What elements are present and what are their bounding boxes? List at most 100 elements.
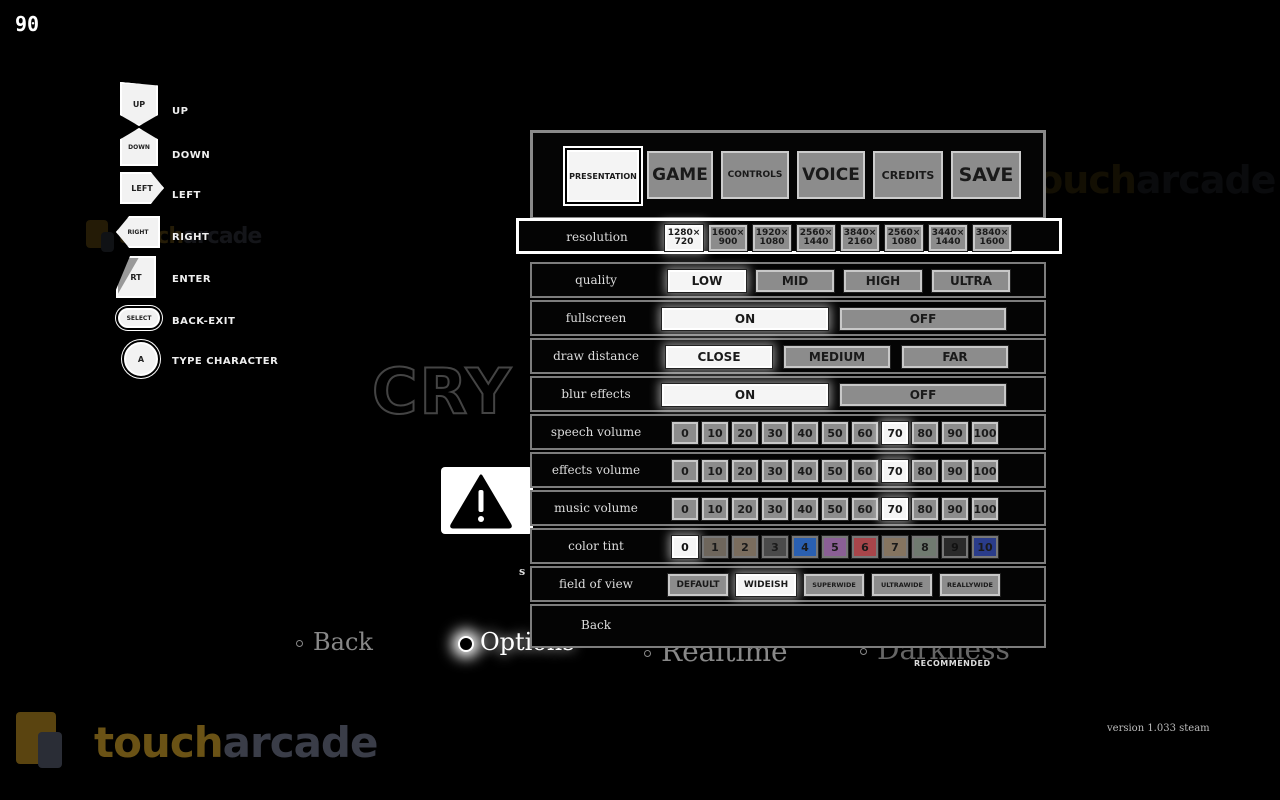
music-volume-option[interactable]: 100 — [971, 497, 999, 521]
watermark-text: arcade — [1135, 158, 1277, 202]
legend-item-left: LEFT LEFT — [110, 172, 310, 212]
speech-volume-option[interactable]: 40 — [791, 421, 819, 445]
tab-save[interactable]: SAVE — [951, 151, 1021, 199]
color-tint-option[interactable]: 8 — [911, 535, 939, 559]
speech-volume-option[interactable]: 10 — [701, 421, 729, 445]
color-tint-option[interactable]: 1 — [701, 535, 729, 559]
setting-row-field-of-view[interactable]: field of view DEFAULT WIDEISH SUPERWIDE ULT… — [530, 566, 1046, 602]
color-tint-option[interactable]: 10 — [971, 535, 999, 559]
speech-volume-option[interactable]: 100 — [971, 421, 999, 445]
setting-row-back[interactable]: Back — [530, 604, 1046, 648]
color-tint-option[interactable]: 6 — [851, 535, 879, 559]
resolution-option[interactable]: 1600× 900 — [708, 224, 748, 252]
field-of-view-option[interactable]: SUPERWIDE — [803, 573, 865, 597]
effects-volume-option[interactable]: 20 — [731, 459, 759, 483]
field-of-view-option[interactable]: REALLYWIDE — [939, 573, 1001, 597]
music-volume-option[interactable]: 10 — [701, 497, 729, 521]
music-volume-option[interactable]: 70 — [881, 497, 909, 521]
color-tint-option[interactable]: 3 — [761, 535, 789, 559]
quality-option[interactable]: ULTRA — [931, 269, 1011, 293]
color-tint-option[interactable]: 2 — [731, 535, 759, 559]
setting-row-speech-volume[interactable]: speech volume 0 10 20 30 40 50 60 70 80 90 100 — [530, 414, 1046, 450]
resolution-option[interactable]: 1280× 720 — [664, 224, 704, 252]
dpad-down-icon: DOWN — [120, 128, 158, 166]
setting-row-resolution[interactable]: resolution 1280× 720 1600× 900 1920× 1080 2560… — [516, 218, 1062, 254]
draw-distance-option[interactable]: CLOSE — [665, 345, 773, 369]
setting-label: blur effects — [561, 387, 631, 401]
music-volume-option[interactable]: 60 — [851, 497, 879, 521]
setting-row-color-tint[interactable]: color tint 0 1 2 3 4 5 6 7 8 9 10 — [530, 528, 1046, 564]
dpad-left-icon: LEFT — [120, 172, 164, 204]
blur-effects-option[interactable]: OFF — [839, 383, 1007, 407]
tab-voice[interactable]: VOICE — [797, 151, 865, 199]
field-of-view-option[interactable]: WIDEISH — [735, 573, 797, 597]
field-of-view-option[interactable]: ULTRAWIDE — [871, 573, 933, 597]
music-volume-option[interactable]: 90 — [941, 497, 969, 521]
quality-option[interactable]: HIGH — [843, 269, 923, 293]
effects-volume-option[interactable]: 10 — [701, 459, 729, 483]
music-volume-option[interactable]: 20 — [731, 497, 759, 521]
resolution-option[interactable]: 3840× 2160 — [840, 224, 880, 252]
resolution-option[interactable]: 1920× 1080 — [752, 224, 792, 252]
speech-volume-option[interactable]: 30 — [761, 421, 789, 445]
fullscreen-option[interactable]: ON — [661, 307, 829, 331]
effects-volume-option[interactable]: 50 — [821, 459, 849, 483]
speech-volume-option[interactable]: 70 — [881, 421, 909, 445]
speech-volume-option[interactable]: 20 — [731, 421, 759, 445]
field-of-view-option[interactable]: DEFAULT — [667, 573, 729, 597]
speech-volume-option[interactable]: 60 — [851, 421, 879, 445]
speech-volume-option[interactable]: 80 — [911, 421, 939, 445]
color-tint-option[interactable]: 9 — [941, 535, 969, 559]
speech-volume-option[interactable]: 0 — [671, 421, 699, 445]
effects-volume-option[interactable]: 90 — [941, 459, 969, 483]
color-tint-option[interactable]: 4 — [791, 535, 819, 559]
legend-item-type-character: A TYPE CHARACTER — [110, 340, 310, 382]
speech-volume-option[interactable]: 90 — [941, 421, 969, 445]
legend-label: TYPE CHARACTER — [172, 356, 279, 367]
setting-row-quality[interactable]: quality LOW MID HIGH ULTRA — [530, 262, 1046, 298]
music-volume-option[interactable]: 30 — [761, 497, 789, 521]
color-tint-option[interactable]: 7 — [881, 535, 909, 559]
setting-row-music-volume[interactable]: music volume 0 10 20 30 40 50 60 70 80 90 100 — [530, 490, 1046, 526]
draw-distance-option[interactable]: FAR — [901, 345, 1009, 369]
menu-item-back[interactable]: Back — [296, 628, 373, 656]
game-logo-background: CRY — [371, 354, 513, 429]
rt-trigger-icon: RT — [116, 256, 156, 298]
effects-volume-option[interactable]: 0 — [671, 459, 699, 483]
fullscreen-option[interactable]: OFF — [839, 307, 1007, 331]
music-volume-option[interactable]: 0 — [671, 497, 699, 521]
setting-row-draw-distance[interactable]: draw distance CLOSE MEDIUM FAR — [530, 338, 1046, 374]
setting-row-fullscreen[interactable]: fullscreen ON OFF — [530, 300, 1046, 336]
setting-label: fullscreen — [565, 311, 627, 325]
resolution-option[interactable]: 3840× 1600 — [972, 224, 1012, 252]
tab-game[interactable]: GAME — [647, 151, 713, 199]
tab-credits[interactable]: CREDITS — [873, 151, 943, 199]
resolution-option[interactable]: 2560× 1440 — [796, 224, 836, 252]
effects-volume-option[interactable]: 30 — [761, 459, 789, 483]
speech-volume-option[interactable]: 50 — [821, 421, 849, 445]
effects-volume-option[interactable]: 70 — [881, 459, 909, 483]
draw-distance-option[interactable]: MEDIUM — [783, 345, 891, 369]
color-tint-option[interactable]: 0 — [671, 535, 699, 559]
music-volume-option[interactable]: 80 — [911, 497, 939, 521]
resolution-option[interactable]: 3440× 1440 — [928, 224, 968, 252]
music-volume-option[interactable]: 40 — [791, 497, 819, 521]
legend-item-right: RIGHT RIGHT — [110, 216, 310, 256]
effects-volume-option[interactable]: 60 — [851, 459, 879, 483]
quality-option[interactable]: LOW — [667, 269, 747, 293]
setting-row-effects-volume[interactable]: effects volume 0 10 20 30 40 50 60 70 80 90 100 — [530, 452, 1046, 488]
quality-option[interactable]: MID — [755, 269, 835, 293]
blur-effects-option[interactable]: ON — [661, 383, 829, 407]
color-tint-option[interactable]: 5 — [821, 535, 849, 559]
setting-row-blur-effects[interactable]: blur effects ON OFF — [530, 376, 1046, 412]
tab-presentation[interactable]: PRESENTATION — [565, 148, 641, 204]
back-button[interactable]: Back — [532, 618, 660, 632]
music-volume-option[interactable]: 50 — [821, 497, 849, 521]
tab-controls[interactable]: CONTROLS — [721, 151, 789, 199]
effects-volume-option[interactable]: 100 — [971, 459, 999, 483]
effects-volume-option[interactable]: 40 — [791, 459, 819, 483]
version-label: version 1.033 steam — [1107, 723, 1210, 734]
resolution-option[interactable]: 2560× 1080 — [884, 224, 924, 252]
effects-volume-option[interactable]: 80 — [911, 459, 939, 483]
watermark-logo-icon — [86, 220, 114, 252]
